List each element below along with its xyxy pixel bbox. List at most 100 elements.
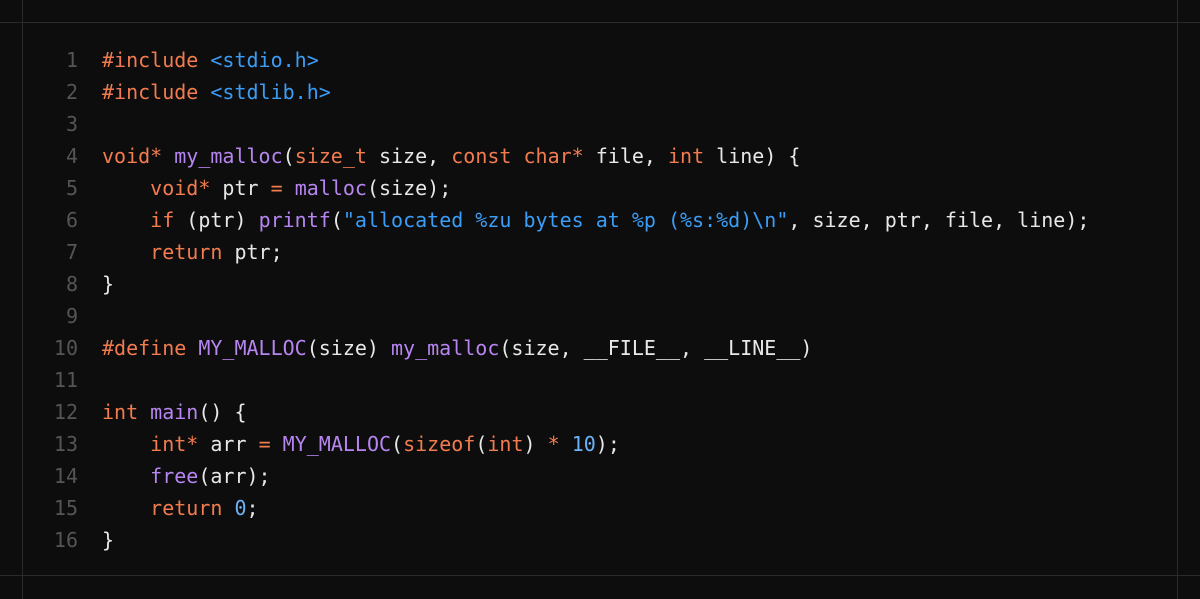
code-token: printf (258, 208, 331, 232)
top-divider (0, 22, 1200, 23)
code-token: char* (523, 144, 584, 168)
code-token: <stdlib.h> (210, 80, 331, 104)
code-token: (size, __FILE__, __LINE__) (499, 336, 813, 360)
code-token: if (150, 208, 175, 232)
code-line: 9 (0, 300, 1200, 332)
line-source: int main() { (102, 396, 247, 428)
line-source: #include <stdlib.h> (102, 76, 331, 108)
code-line: 16} (0, 524, 1200, 556)
code-token: void* (150, 176, 211, 200)
code-token: } (102, 272, 115, 296)
line-source: return ptr; (102, 236, 283, 268)
code-token: <stdio.h> (210, 48, 319, 72)
code-line: 7 return ptr; (0, 236, 1200, 268)
code-token: MY_MALLOC (198, 336, 307, 360)
code-token: , size, ptr, file, line); (788, 208, 1090, 232)
code-token: size, (366, 144, 452, 168)
code-token: int (668, 144, 705, 168)
code-token: free (150, 464, 199, 488)
code-token: * (547, 432, 560, 456)
line-source: if (ptr) printf("allocated %zu bytes at … (102, 204, 1089, 236)
code-line: 15 return 0; (0, 492, 1200, 524)
code-token: "allocated %zu bytes at %p (%s:%d)\n" (342, 208, 789, 232)
code-token: (arr); (198, 464, 271, 488)
line-number: 2 (65, 80, 78, 104)
code-token: #define (102, 336, 187, 360)
code-token: ( (391, 432, 404, 456)
code-token: } (102, 528, 115, 552)
code-line: 13 int* arr = MY_MALLOC(sizeof(int) * 10… (0, 428, 1200, 460)
code-token: #include (102, 48, 199, 72)
code-token: void* (102, 144, 163, 168)
code-token: main (150, 400, 199, 424)
code-token: malloc (294, 176, 367, 200)
line-number: 6 (65, 208, 78, 232)
code-line: 8} (0, 268, 1200, 300)
code-token: int (487, 432, 524, 456)
line-number: 12 (53, 400, 78, 424)
code-token: const (451, 144, 512, 168)
code-line: 1 #include <stdio.h> (0, 44, 1200, 76)
code-token: return (150, 240, 223, 264)
code-token: MY_MALLOC (282, 432, 392, 456)
line-number: 8 (65, 272, 78, 296)
code-token: return (150, 496, 223, 520)
code-token: int (102, 400, 139, 424)
line-source: #include <stdio.h> (102, 44, 319, 76)
line-source: #define MY_MALLOC(size) my_malloc(size, … (102, 332, 812, 364)
code-token: ) (523, 432, 548, 456)
line-number: 9 (65, 304, 78, 328)
code-line: 4 void* my_malloc(size_t size, const char… (0, 140, 1200, 172)
code-line: 5 void* ptr = malloc(size); (0, 172, 1200, 204)
code-line: 6 if (ptr) printf("allocated %zu bytes a… (0, 204, 1200, 236)
line-source: } (102, 524, 114, 556)
line-source: return 0; (102, 492, 258, 524)
code-token: #include (102, 80, 199, 104)
line-number: 5 (65, 176, 78, 200)
code-token: 10 (571, 432, 596, 456)
line-number: 1 (65, 48, 78, 72)
code-token: sizeof (403, 432, 476, 456)
line-source: free(arr); (102, 460, 271, 492)
line-source: void* ptr = malloc(size); (102, 172, 451, 204)
code-token: (size); (366, 176, 452, 200)
code-token: arr (198, 432, 259, 456)
code-line: 3 (0, 108, 1200, 140)
line-number: 13 (53, 432, 78, 456)
code-token: int* (150, 432, 199, 456)
code-token: ptr (210, 176, 271, 200)
code-token: ptr; (222, 240, 283, 264)
line-number: 16 (53, 528, 78, 552)
code-token: = (270, 176, 283, 200)
code-token: my_malloc (391, 336, 500, 360)
line-number: 3 (65, 112, 78, 136)
bottom-divider (0, 575, 1200, 576)
code-token: = (258, 432, 271, 456)
line-number: 4 (65, 144, 78, 168)
code-token: () { (198, 400, 247, 424)
code-line: 2 #include <stdlib.h> (0, 76, 1200, 108)
line-number: 7 (65, 240, 78, 264)
code-token: (size) (306, 336, 392, 360)
code-line: 12 int main() { (0, 396, 1200, 428)
code-token: ); (595, 432, 620, 456)
code-token: ( (330, 208, 343, 232)
code-token: file, (583, 144, 669, 168)
line-source: int* arr = MY_MALLOC(sizeof(int) * 10); (102, 428, 620, 460)
code-token: my_malloc (174, 144, 283, 168)
code-token: ( (475, 432, 488, 456)
code-token: (ptr) (174, 208, 259, 232)
